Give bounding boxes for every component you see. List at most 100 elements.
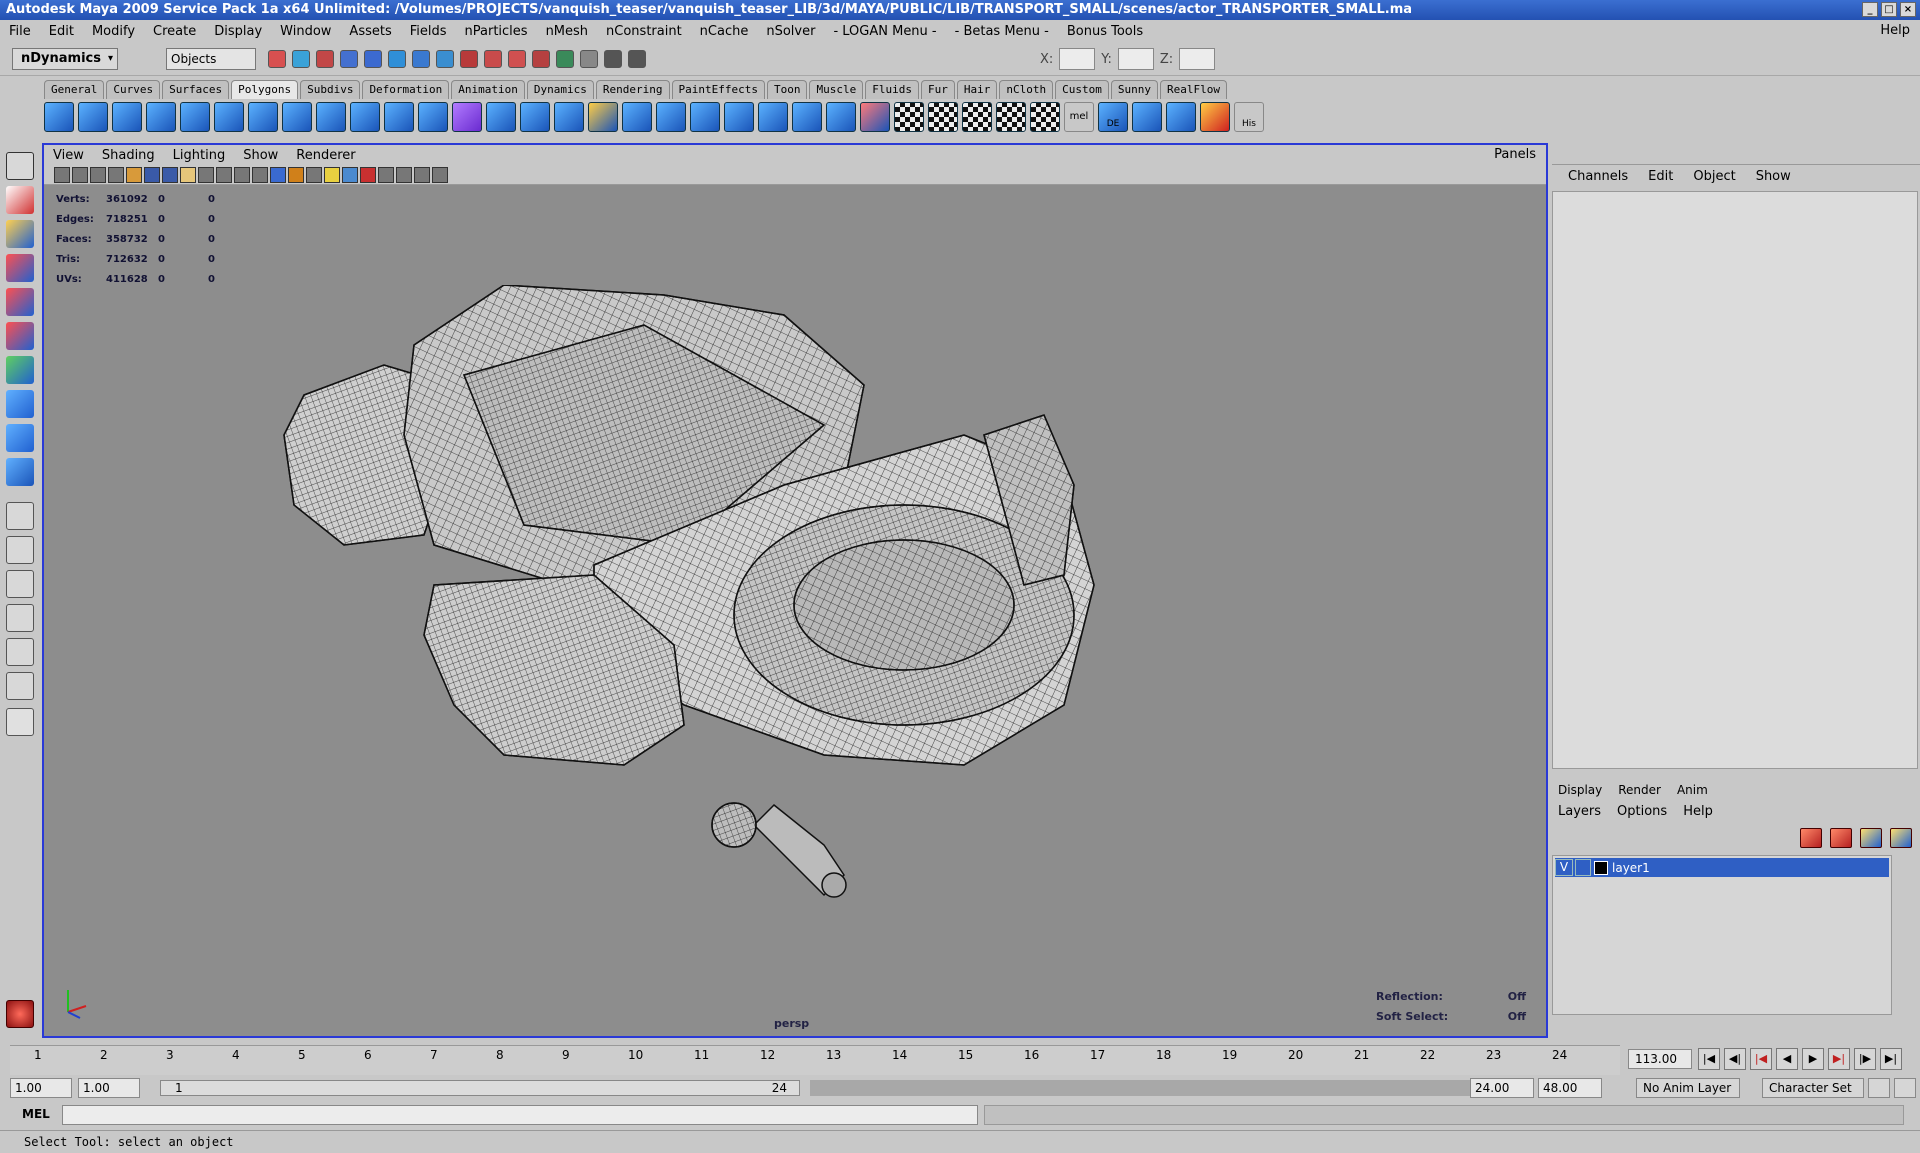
layout-two-side-icon[interactable] xyxy=(6,570,34,598)
select-by-component-icon[interactable] xyxy=(316,50,334,68)
snap-point-icon[interactable] xyxy=(388,50,406,68)
shelf-tab-custom[interactable]: Custom xyxy=(1055,80,1109,99)
menu-nparticles[interactable]: nParticles xyxy=(456,24,537,39)
range-track[interactable] xyxy=(810,1080,1470,1096)
move-tool-icon[interactable] xyxy=(6,254,34,282)
step-forward-frame-icon[interactable]: |▶ xyxy=(1854,1048,1876,1070)
perspective-viewport[interactable]: View Shading Lighting Show Renderer Pane… xyxy=(42,143,1548,1038)
shelf-tab-toon[interactable]: Toon xyxy=(766,80,808,99)
poly-extract-icon[interactable] xyxy=(418,102,448,132)
poly-sphere-icon[interactable] xyxy=(44,102,74,132)
shadows-icon[interactable] xyxy=(306,166,322,183)
camera-attributes-icon[interactable] xyxy=(72,166,88,183)
layer-menu-layers[interactable]: Layers xyxy=(1558,804,1601,819)
shelf-tab-fur[interactable]: Fur xyxy=(920,80,955,99)
layout-single-icon[interactable] xyxy=(6,502,34,530)
transporter-model[interactable] xyxy=(264,285,1294,985)
uv-spherical-icon[interactable] xyxy=(962,102,992,132)
poly-smooth-icon[interactable] xyxy=(452,102,482,132)
history-icon[interactable] xyxy=(436,50,454,68)
poly-delete-edge-icon[interactable] xyxy=(826,102,856,132)
shelf-tab-sunny[interactable]: Sunny xyxy=(1110,80,1158,99)
layout-graph-icon[interactable] xyxy=(6,672,34,700)
playblast-icon[interactable] xyxy=(628,50,646,68)
menu-help[interactable]: Help xyxy=(1880,23,1910,38)
y-field[interactable] xyxy=(1117,48,1154,70)
graph-editor-icon[interactable] xyxy=(604,50,622,68)
menu-set-dropdown[interactable]: nDynamics xyxy=(12,48,118,70)
menu-bonus-tools[interactable]: Bonus Tools xyxy=(1058,24,1152,39)
layer-menu-help[interactable]: Help xyxy=(1683,804,1713,819)
isolate-select-icon[interactable] xyxy=(252,166,268,183)
selection-mask-field[interactable]: Objects xyxy=(166,48,256,70)
de-tool-icon[interactable]: DE xyxy=(1098,102,1128,132)
close-button[interactable]: × xyxy=(1900,2,1916,17)
create-layer-from-selected-icon[interactable] xyxy=(1830,828,1852,848)
shelf-tab-surfaces[interactable]: Surfaces xyxy=(162,80,230,99)
layout-two-stacked-icon[interactable] xyxy=(6,604,34,632)
ipr-render-icon[interactable] xyxy=(508,50,526,68)
channel-menu-show[interactable]: Show xyxy=(1746,169,1801,184)
history-script-icon[interactable]: His xyxy=(1234,102,1264,132)
shelf-tab-rendering[interactable]: Rendering xyxy=(595,80,670,99)
minimize-button[interactable]: _ xyxy=(1862,2,1878,17)
viewport-menu-lighting[interactable]: Lighting xyxy=(164,148,235,163)
poly-boolean-icon[interactable] xyxy=(486,102,516,132)
menu-logan[interactable]: - LOGAN Menu - xyxy=(824,24,945,39)
shelf-tab-muscle[interactable]: Muscle xyxy=(809,80,864,99)
default-lighting-icon[interactable] xyxy=(270,166,286,183)
select-by-object-icon[interactable] xyxy=(292,50,310,68)
menu-file[interactable]: File xyxy=(0,24,40,39)
channel-menu-channels[interactable]: Channels xyxy=(1558,169,1638,184)
viewport-menu-view[interactable]: View xyxy=(44,148,93,163)
step-forward-key-icon[interactable]: ▶| xyxy=(1828,1048,1850,1070)
shelf-tab-ncloth[interactable]: nCloth xyxy=(999,80,1054,99)
menu-edit[interactable]: Edit xyxy=(40,24,83,39)
poly-bridge-icon[interactable] xyxy=(622,102,652,132)
menu-modify[interactable]: Modify xyxy=(83,24,144,39)
time-slider[interactable]: 1 2 3 4 5 6 7 8 9 10 11 12 13 14 15 16 1… xyxy=(10,1045,1620,1075)
uv-planar-icon[interactable] xyxy=(894,102,924,132)
z-field[interactable] xyxy=(1179,48,1216,70)
mel-script-icon[interactable]: mel xyxy=(1064,102,1094,132)
smooth-shade-icon[interactable] xyxy=(144,166,160,183)
poly-soccer-ball-icon[interactable] xyxy=(316,102,346,132)
menu-assets[interactable]: Assets xyxy=(340,24,400,39)
go-to-end-icon[interactable]: ▶| xyxy=(1880,1048,1902,1070)
range-bar[interactable]: 1 24 xyxy=(160,1080,800,1096)
uv-editor-icon[interactable] xyxy=(1030,102,1060,132)
shelf-tab-fluids[interactable]: Fluids xyxy=(865,80,919,99)
auto-key-icon[interactable] xyxy=(1868,1078,1890,1098)
outliner-icon[interactable] xyxy=(580,50,598,68)
animation-start-field[interactable]: 1.00 xyxy=(10,1078,72,1098)
camera-select-icon[interactable] xyxy=(54,166,70,183)
shelf-tab-animation[interactable]: Animation xyxy=(451,80,525,99)
shelf-tab-realflow[interactable]: RealFlow xyxy=(1159,80,1227,99)
mel-label[interactable]: MEL xyxy=(22,1107,50,1121)
render-icon[interactable] xyxy=(484,50,502,68)
grid-icon[interactable] xyxy=(198,166,214,183)
layout-outliner-icon[interactable] xyxy=(6,638,34,666)
lasso-tool-icon[interactable] xyxy=(6,186,34,214)
layer-name[interactable]: layer1 xyxy=(1612,861,1650,875)
channel-box-area[interactable] xyxy=(1552,191,1918,769)
show-manipulator-icon[interactable] xyxy=(6,424,34,452)
xray-icon[interactable] xyxy=(180,166,196,183)
poly-cube-icon[interactable] xyxy=(78,102,108,132)
anim-layer-dropdown[interactable]: No Anim Layer xyxy=(1636,1078,1740,1098)
viewport-menu-show[interactable]: Show xyxy=(234,148,287,163)
render-settings-icon[interactable] xyxy=(532,50,550,68)
render-view-icon[interactable] xyxy=(460,50,478,68)
menu-fields[interactable]: Fields xyxy=(401,24,456,39)
viewport-menu-renderer[interactable]: Renderer xyxy=(287,148,364,163)
soft-mod-icon[interactable] xyxy=(6,390,34,418)
menu-nsolver[interactable]: nSolver xyxy=(757,24,824,39)
poly-transform-icon[interactable] xyxy=(860,102,890,132)
paint-select-icon[interactable] xyxy=(6,220,34,248)
mel-command-input[interactable] xyxy=(62,1105,978,1125)
poly-split-icon[interactable] xyxy=(690,102,720,132)
current-frame-field[interactable]: 113.00 xyxy=(1628,1049,1692,1069)
layer-template-toggle[interactable] xyxy=(1575,859,1591,876)
shelf-tab-hair[interactable]: Hair xyxy=(956,80,998,99)
step-back-key-icon[interactable]: |◀ xyxy=(1750,1048,1772,1070)
